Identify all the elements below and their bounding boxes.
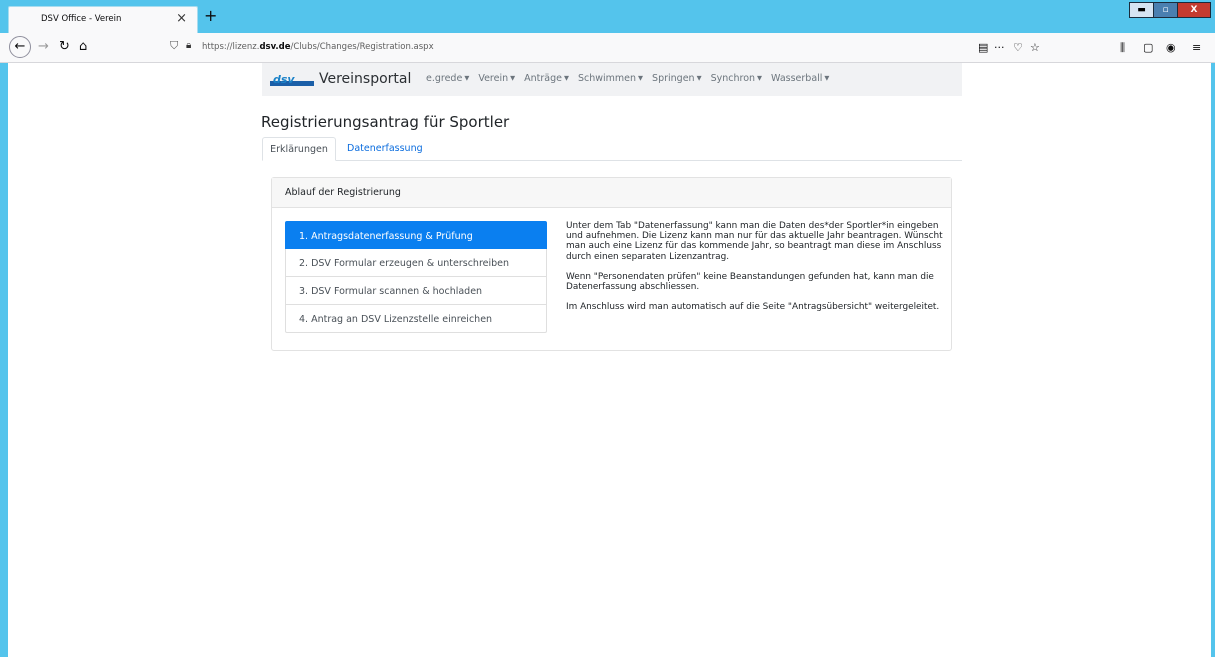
svg-text:dsv: dsv (273, 73, 295, 86)
steps-list: 1. Antragsdatenerfassung & Prüfung 2. DS… (285, 221, 547, 333)
pocket-icon[interactable]: ♡ (1013, 41, 1023, 54)
page-tabs: Erklärungen Datenerfassung (262, 137, 962, 161)
step-1[interactable]: 1. Antragsdatenerfassung & Prüfung (285, 221, 547, 249)
library-icon[interactable]: ⫼ (1120, 41, 1125, 55)
dsv-logo[interactable]: dsv (270, 72, 314, 88)
url-text[interactable]: https://lizenz.dsv.de/Clubs/Changes/Regi… (202, 42, 434, 52)
step-description: Unter dem Tab "Datenerfassung" kann man … (566, 221, 950, 322)
menu-icon[interactable]: ≡ (1192, 41, 1201, 54)
tab-close-icon[interactable]: × (176, 11, 187, 26)
new-tab-icon[interactable]: + (204, 8, 217, 24)
menu-schwimmen[interactable]: Schwimmen ▼ (578, 73, 643, 84)
menu-springen[interactable]: Springen ▼ (652, 73, 702, 84)
browser-toolbar: ← → ↻ ⌂ ⛉ 🔒︎ https://lizenz.dsv.de/Clubs… (0, 33, 1215, 63)
window-border-right (1211, 63, 1215, 657)
back-icon[interactable]: ← (9, 36, 31, 58)
browser-tab[interactable]: DSV Office - Verein × (8, 6, 198, 33)
step-2[interactable]: 2. DSV Formular erzeugen & unterschreibe… (285, 249, 547, 277)
close-window-button[interactable]: X (1178, 3, 1210, 17)
menu-user[interactable]: e.grede ▼ (426, 73, 469, 84)
menu-wasserball[interactable]: Wasserball ▼ (771, 73, 829, 84)
step-3[interactable]: 3. DSV Formular scannen & hochladen (285, 277, 547, 305)
browser-titlebar: DSV Office - Verein × + ▬ ▫ X (0, 0, 1215, 33)
registration-card: Ablauf der Registrierung 1. Antragsdaten… (271, 177, 952, 351)
url-bar[interactable]: ⛉ 🔒︎ https://lizenz.dsv.de/Clubs/Changes… (164, 37, 1064, 59)
page-title: Registrierungsantrag für Sportler (261, 113, 510, 131)
page-actions-icon[interactable]: ··· (994, 41, 1005, 54)
caret-down-icon: ▼ (757, 74, 763, 82)
caret-down-icon: ▼ (510, 74, 516, 82)
tab-datenerfassung[interactable]: Datenerfassung (347, 137, 423, 161)
account-icon[interactable]: ◉ (1166, 41, 1176, 54)
caret-down-icon: ▼ (464, 74, 470, 82)
menu-synchron[interactable]: Synchron ▼ (711, 73, 762, 84)
site-navbar: dsv Vereinsportal e.grede ▼ Verein ▼ Anträ… (262, 63, 962, 96)
reader-view-icon[interactable]: ▤ (978, 41, 988, 54)
maximize-button[interactable]: ▫ (1154, 3, 1178, 17)
sidebar-icon[interactable]: ▢ (1143, 41, 1153, 54)
description-paragraph: Im Anschluss wird man automatisch auf di… (566, 302, 940, 313)
menu-antraege[interactable]: Anträge ▼ (524, 73, 569, 84)
caret-down-icon: ▼ (824, 74, 830, 82)
caret-down-icon: ▼ (638, 74, 644, 82)
home-icon[interactable]: ⌂ (79, 39, 87, 55)
reload-icon[interactable]: ↻ (59, 39, 70, 55)
tab-title: DSV Office - Verein (41, 14, 122, 24)
tab-erklaerungen[interactable]: Erklärungen (262, 137, 336, 161)
window-border-left (0, 63, 8, 657)
caret-down-icon: ▼ (696, 74, 702, 82)
window-controls: ▬ ▫ X (1129, 2, 1211, 18)
description-paragraph: Unter dem Tab "Datenerfassung" kann man … (566, 221, 943, 262)
brand-title[interactable]: Vereinsportal (319, 71, 411, 87)
card-header: Ablauf der Registrierung (272, 178, 951, 208)
main-menu: e.grede ▼ Verein ▼ Anträge ▼ Schwimmen ▼ Spr… (426, 73, 829, 84)
tracking-shield-icon[interactable]: ⛉ (170, 39, 178, 53)
bookmark-star-icon[interactable]: ☆ (1030, 41, 1040, 54)
caret-down-icon: ▼ (563, 74, 569, 82)
description-paragraph: Wenn "Personendaten prüfen" keine Beanst… (566, 271, 934, 293)
step-4[interactable]: 4. Antrag an DSV Lizenzstelle einreichen (285, 305, 547, 333)
minimize-button[interactable]: ▬ (1130, 3, 1154, 17)
menu-verein[interactable]: Verein ▼ (478, 73, 515, 84)
lock-icon[interactable]: 🔒︎ (186, 40, 191, 51)
forward-icon[interactable]: → (38, 39, 49, 55)
